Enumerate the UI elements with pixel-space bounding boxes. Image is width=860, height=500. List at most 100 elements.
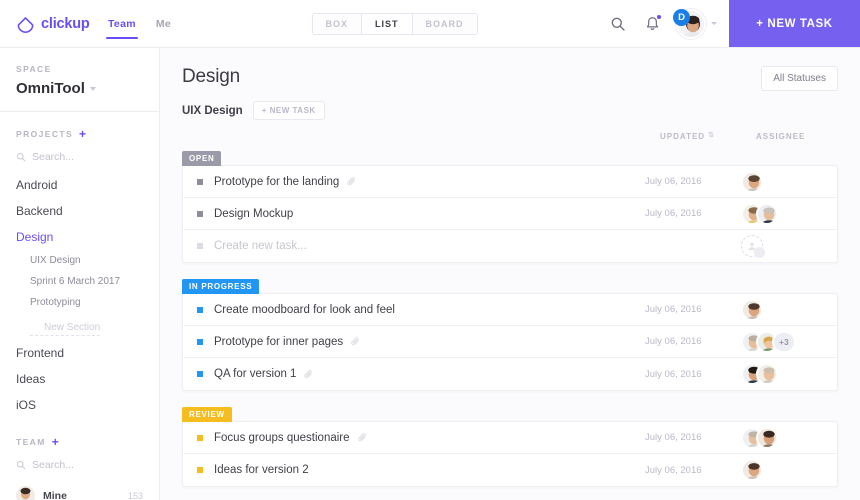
task-assignees[interactable] bbox=[741, 459, 823, 481]
main-content: Design All Statuses UIX Design + NEW TAS… bbox=[160, 48, 860, 500]
create-task-row[interactable]: Create new task... bbox=[183, 230, 837, 262]
task-row[interactable]: QA for version 1 July 06, 2016 bbox=[183, 358, 837, 390]
avatar-stack bbox=[741, 426, 778, 449]
task-title: Design Mockup bbox=[214, 208, 645, 220]
task-row[interactable]: Prototype for inner pages July 06, 2016 bbox=[183, 326, 837, 358]
task-title-text: Design Mockup bbox=[214, 207, 294, 220]
projects-search-placeholder: Search... bbox=[32, 151, 75, 163]
column-header-updated[interactable]: UPDATED ⇅ bbox=[660, 132, 756, 141]
status-group-in-progress: IN PROGRESS Create moodboard for look an… bbox=[160, 275, 860, 391]
task-title-text: Prototype for the landing bbox=[214, 175, 340, 188]
search-button[interactable] bbox=[608, 14, 628, 34]
task-title-text: Prototype for inner pages bbox=[214, 335, 344, 348]
sidebar-subitem-uix-design[interactable]: UIX Design bbox=[16, 250, 143, 271]
user-menu[interactable]: D bbox=[673, 8, 717, 39]
nav-tab-team[interactable]: Team bbox=[98, 0, 146, 47]
column-headers: UPDATED ⇅ ASSIGNEE bbox=[160, 120, 860, 147]
notifications-button[interactable] bbox=[642, 13, 662, 34]
task-title: QA for version 1 bbox=[214, 368, 645, 380]
gear-icon bbox=[754, 247, 765, 258]
sidebar-item-backend[interactable]: Backend bbox=[16, 198, 143, 224]
attachment-icon bbox=[304, 369, 313, 378]
col-spacer bbox=[182, 132, 660, 141]
avatar bbox=[756, 202, 778, 225]
new-task-button[interactable]: + NEW TASK bbox=[729, 0, 860, 47]
avatar-illustration-icon bbox=[16, 486, 35, 500]
team-search[interactable]: Search... bbox=[16, 459, 143, 471]
team-item-mine[interactable]: Mine 153 bbox=[16, 481, 143, 500]
view-btn-board[interactable]: BOARD bbox=[412, 13, 477, 34]
task-assignees[interactable] bbox=[741, 170, 823, 193]
assignee-overflow-count[interactable]: +3 bbox=[772, 330, 796, 353]
avatar-illustration-icon bbox=[743, 300, 761, 319]
avatar-illustration-icon bbox=[743, 172, 761, 191]
search-icon bbox=[611, 17, 625, 31]
view-btn-box[interactable]: BOX bbox=[312, 13, 363, 34]
task-updated: July 06, 2016 bbox=[645, 336, 702, 347]
status-group-open: OPEN Prototype for the landing July 06, … bbox=[160, 147, 860, 263]
sidebar-subitem-prototyping[interactable]: Prototyping bbox=[16, 292, 143, 313]
top-bar: clickup Team Me BOX LIST BOARD D + NEW T… bbox=[0, 0, 860, 48]
sidebar-item-design[interactable]: Design bbox=[16, 224, 143, 250]
avatar bbox=[741, 298, 763, 321]
chevron-down-icon bbox=[711, 22, 717, 25]
avatar-illustration-icon bbox=[758, 204, 776, 223]
assign-user-button[interactable] bbox=[741, 235, 823, 258]
avatar-wrap: D bbox=[673, 8, 706, 39]
space-selector[interactable]: OmniTool bbox=[16, 80, 143, 97]
task-updated: July 06, 2016 bbox=[645, 432, 702, 443]
task-row[interactable]: Focus groups questionaire July 06, 2016 bbox=[183, 422, 837, 454]
projects-section: PROJECTS + Search... Android Backend Des… bbox=[0, 112, 159, 418]
attachment-icon bbox=[357, 432, 366, 442]
task-row[interactable]: Design Mockup July 06, 2016 bbox=[183, 198, 837, 230]
topbar-spacer-2 bbox=[478, 0, 608, 47]
avatar-stack bbox=[741, 363, 778, 385]
task-assignees[interactable] bbox=[741, 426, 823, 449]
team-label: TEAM bbox=[16, 437, 46, 447]
status-badge: OPEN bbox=[182, 151, 222, 166]
task-list: Prototype for the landing July 06, 2016 bbox=[182, 165, 838, 263]
brand-logo[interactable]: clickup bbox=[0, 0, 90, 47]
task-updated: July 06, 2016 bbox=[645, 208, 702, 219]
nav-tab-me[interactable]: Me bbox=[146, 0, 181, 47]
projects-search[interactable]: Search... bbox=[16, 151, 143, 163]
task-assignees[interactable] bbox=[741, 202, 823, 225]
task-assignees[interactable]: +3 bbox=[741, 330, 823, 353]
team-item-name: Mine bbox=[43, 489, 67, 500]
sidebar-item-android[interactable]: Android bbox=[16, 172, 143, 198]
sidebar-item-frontend[interactable]: Frontend bbox=[16, 340, 143, 366]
avatar-stack bbox=[741, 170, 763, 193]
view-btn-list[interactable]: LIST bbox=[362, 13, 413, 34]
status-bullet-icon bbox=[197, 434, 203, 441]
task-row[interactable]: Create moodboard for look and feel July … bbox=[183, 294, 837, 326]
group-gap bbox=[160, 391, 860, 403]
sidebar-subitem-sprint-6-march-2017[interactable]: Sprint 6 March 2017 bbox=[16, 271, 143, 292]
avatar bbox=[741, 170, 763, 193]
task-title: Prototype for inner pages bbox=[214, 336, 645, 348]
chevron-down-icon bbox=[89, 86, 96, 91]
task-updated: July 06, 2016 bbox=[645, 176, 702, 187]
avatar bbox=[756, 363, 778, 385]
main-header: Design All Statuses bbox=[160, 48, 860, 91]
task-assignees[interactable] bbox=[741, 298, 823, 321]
task-row[interactable]: Prototype for the landing July 06, 2016 bbox=[183, 166, 837, 198]
task-assignees[interactable] bbox=[741, 363, 823, 385]
avatar-illustration-icon bbox=[758, 428, 776, 447]
add-project-button[interactable]: + bbox=[79, 128, 86, 140]
column-header-updated-label: UPDATED bbox=[660, 132, 706, 141]
status-bullet-icon bbox=[197, 338, 203, 345]
task-title: Prototype for the landing bbox=[214, 176, 645, 188]
add-team-member-button[interactable]: + bbox=[52, 436, 59, 448]
avatar-stack bbox=[741, 202, 778, 225]
sidebar-subitem-new-section[interactable]: New Section bbox=[30, 317, 101, 336]
all-statuses-filter[interactable]: All Statuses bbox=[761, 66, 838, 91]
group-gap bbox=[160, 263, 860, 275]
sidebar-item-ideas[interactable]: Ideas bbox=[16, 366, 143, 392]
sidebar-item-ios[interactable]: iOS bbox=[16, 392, 143, 418]
avatar bbox=[16, 486, 35, 500]
brand-name: clickup bbox=[41, 15, 90, 32]
task-row[interactable]: Ideas for version 2 July 06, 2016 bbox=[183, 454, 837, 486]
body: SPACE OmniTool PROJECTS + Search... Andr… bbox=[0, 48, 860, 500]
add-task-button[interactable]: + NEW TASK bbox=[252, 101, 325, 120]
